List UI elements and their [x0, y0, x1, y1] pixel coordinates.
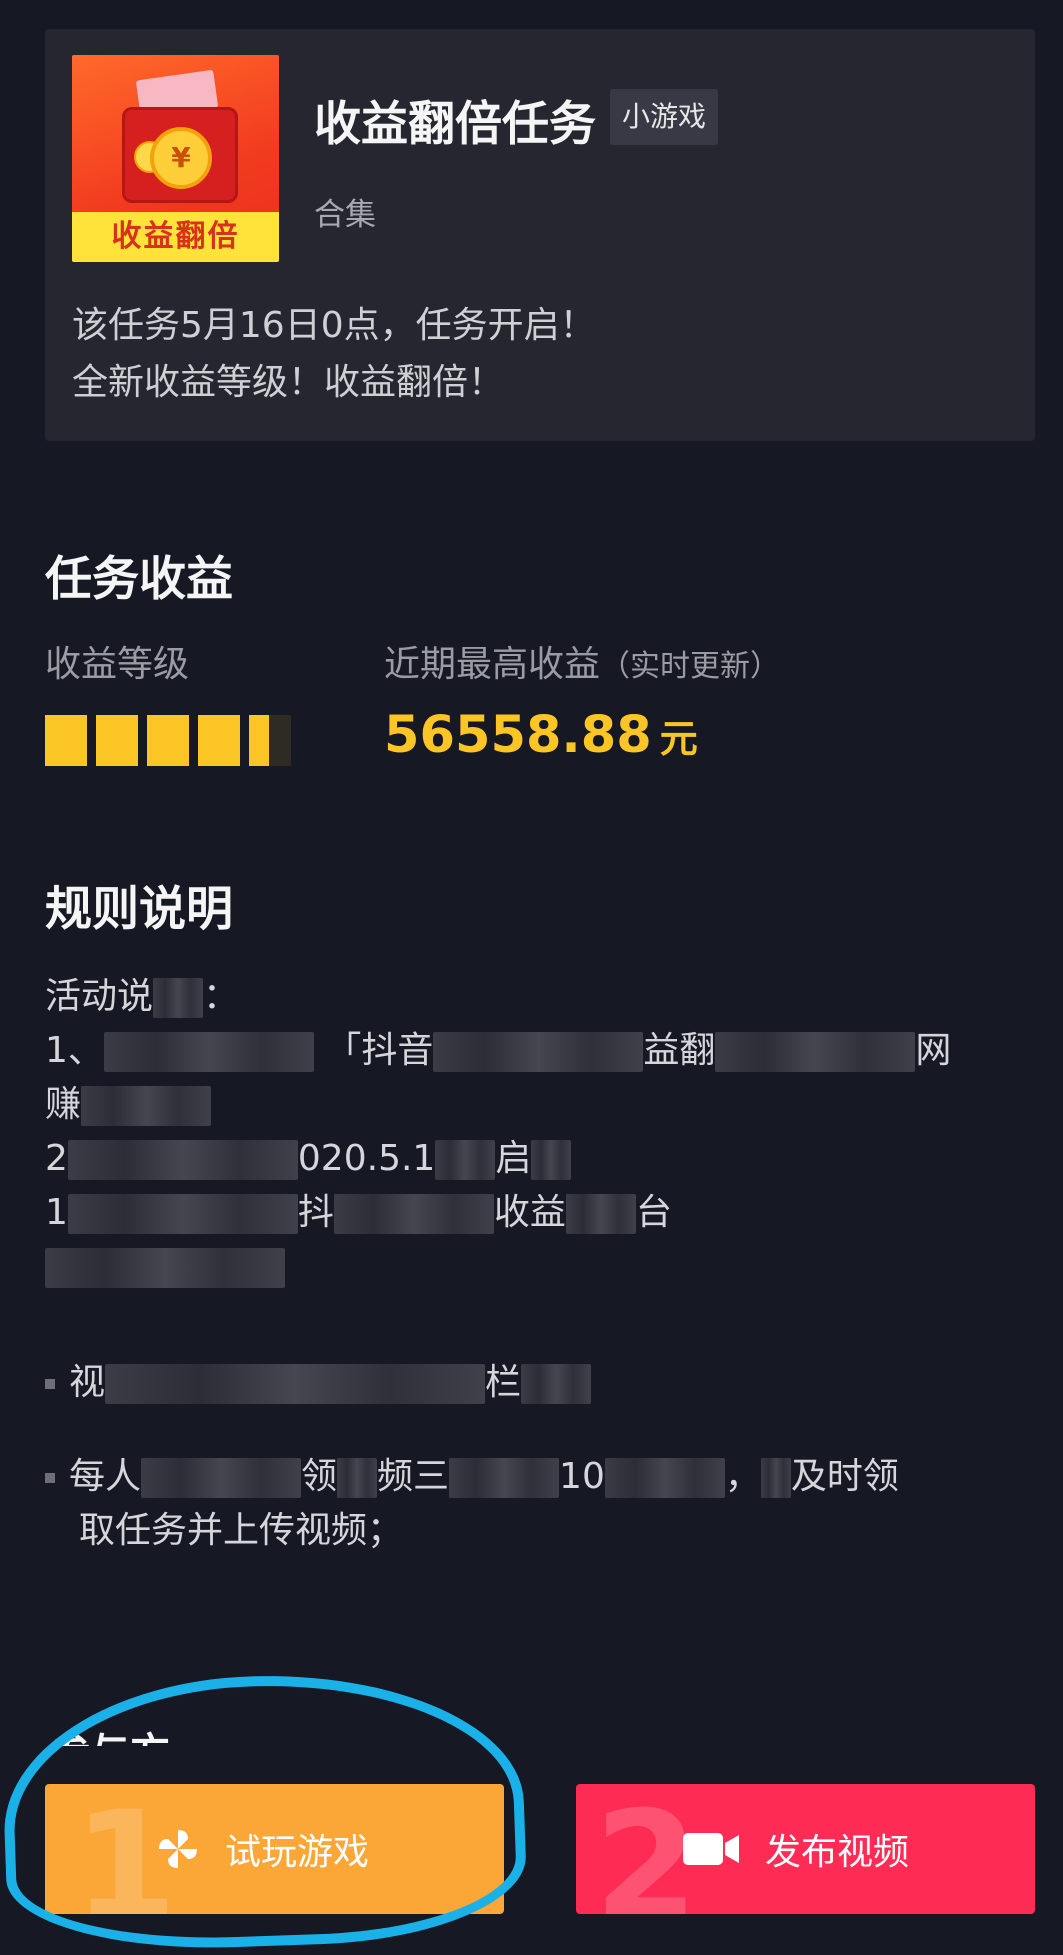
task-title: 收益翻倍任务 [314, 97, 596, 152]
publish-video-label: 发布视频 [765, 1832, 910, 1873]
realtime-note: （实时更新） [600, 649, 781, 684]
redacted-block [337, 1458, 378, 1498]
game-thumbnail: ¥ 收益翻倍 [72, 55, 279, 262]
description-line: 该任务5月16日0点，任务开启！ [72, 305, 596, 346]
rules-text-fragment: 启 [495, 1138, 532, 1179]
task-description: 该任务5月16日0点，任务开启！ 全新收益等级！收益翻倍！ [72, 297, 596, 411]
rules-bullet: 视栏 [45, 1356, 951, 1410]
level-segment [45, 715, 87, 766]
rules-text-fragment: 1、 [45, 1030, 104, 1071]
rules-line [45, 1240, 951, 1294]
task-card[interactable]: ¥ 收益翻倍 收益翻倍任务 小游戏 合集 该任务5月16日0点，任务开启！ 全新… [45, 29, 1035, 441]
rules-line: 1 抖 收益 台 [45, 1186, 951, 1240]
rules-text-fragment: 每人 [69, 1456, 142, 1497]
rules-text-fragment: 赚 [45, 1084, 82, 1125]
rules-text-fragment: ， [724, 1456, 761, 1497]
level-segment [249, 715, 269, 766]
rules-line: 活动说： [45, 976, 240, 1018]
task-subtitle: 合集 [314, 197, 376, 233]
rules-line: 2 020.5.1 启 [45, 1132, 951, 1186]
redacted-block [435, 1140, 496, 1180]
pinwheel-icon [159, 1830, 197, 1868]
redacted-block [565, 1194, 636, 1234]
rules-text-fragment: 取任务并上传视频； [79, 1510, 404, 1551]
level-segment [96, 715, 138, 766]
mini-game-tag: 小游戏 [610, 89, 719, 145]
level-segment-empty [269, 715, 291, 766]
income-heading: 任务收益 [45, 552, 233, 607]
rules-text-fragment: 收益 [493, 1192, 566, 1233]
income-level-meter [45, 715, 291, 766]
rules-text-fragment: 台 [635, 1192, 672, 1233]
rules-bullet-continuation: 取任务并上传视频； [45, 1504, 951, 1558]
redacted-block [760, 1458, 791, 1498]
button-content: 发布视频 [681, 1784, 909, 1914]
redacted-block [604, 1458, 725, 1498]
rules-heading: 规则说明 [45, 882, 233, 937]
rules-text-fragment: 及时领 [790, 1456, 899, 1497]
recent-income-amount: 56558.88 元 [384, 706, 698, 765]
redacted-block [153, 978, 204, 1018]
recent-income-text: 近期最高收益 [384, 644, 601, 685]
participant-heading: 参与方 [50, 1720, 170, 1746]
rules-bullet: 每人 领频三 10 ， 及时领 [45, 1450, 951, 1504]
rules-text-fragment: 10 [559, 1456, 605, 1497]
rules-text-fragment: 领 [301, 1456, 338, 1497]
rules-text-fragment: 020.5.1 [297, 1138, 436, 1179]
rules-line: 赚 [45, 1078, 951, 1132]
rules-text-fragment: 频三 [377, 1456, 450, 1497]
description-line: 全新收益等级！收益翻倍！ [72, 362, 505, 403]
bullet-icon [45, 1379, 55, 1389]
redacted-block [103, 1032, 314, 1072]
rules-text: 活动说： 1、 「抖音 益翻网 赚 2 020.5.1 启 1 抖收益台 视栏 每人领频… [45, 970, 951, 1558]
rules-text-fragment: 「抖音 [325, 1030, 434, 1071]
thumbnail-label: 收益翻倍 [72, 212, 279, 262]
redacted-block [715, 1032, 916, 1072]
rules-text-fragment: 2 [45, 1138, 68, 1179]
publish-video-button[interactable]: 2 发布视频 [576, 1784, 1035, 1914]
bullet-icon [45, 1473, 55, 1483]
redacted-block [45, 1248, 285, 1288]
level-segment [198, 715, 240, 766]
income-level-label: 收益等级 [45, 644, 190, 685]
redacted-block [521, 1364, 592, 1404]
video-camera-icon [683, 1833, 739, 1865]
rules-text-fragment: 活动说 [45, 976, 154, 1017]
amount-unit: 元 [659, 717, 698, 761]
redacted-block [449, 1458, 560, 1498]
rules-text-fragment: 网 [915, 1030, 952, 1071]
coin-icon: ¥ [150, 127, 212, 189]
rules-text-fragment: 栏 [485, 1362, 522, 1403]
rules-text-fragment: 抖 [297, 1192, 334, 1233]
try-game-button[interactable]: 1 试玩游戏 [45, 1784, 504, 1914]
redacted-block [531, 1140, 572, 1180]
rules-text-fragment: 视 [69, 1362, 106, 1403]
redacted-block [81, 1086, 212, 1126]
redacted-block [67, 1194, 298, 1234]
rules-text-fragment: 益翻 [643, 1030, 716, 1071]
redacted-block [333, 1194, 494, 1234]
rules-line: 1、 「抖音 益翻 网 [45, 1024, 951, 1078]
button-content: 试玩游戏 [155, 1784, 369, 1914]
try-game-label: 试玩游戏 [225, 1832, 370, 1873]
redacted-block [141, 1458, 302, 1498]
level-segment [147, 715, 189, 766]
redacted-block [67, 1140, 298, 1180]
recent-income-label: 近期最高收益（实时更新） [384, 635, 780, 687]
amount-value: 56558.88 [384, 706, 652, 765]
redacted-block [105, 1364, 486, 1404]
redacted-block [433, 1032, 644, 1072]
rules-text-fragment: 1 [45, 1192, 68, 1233]
